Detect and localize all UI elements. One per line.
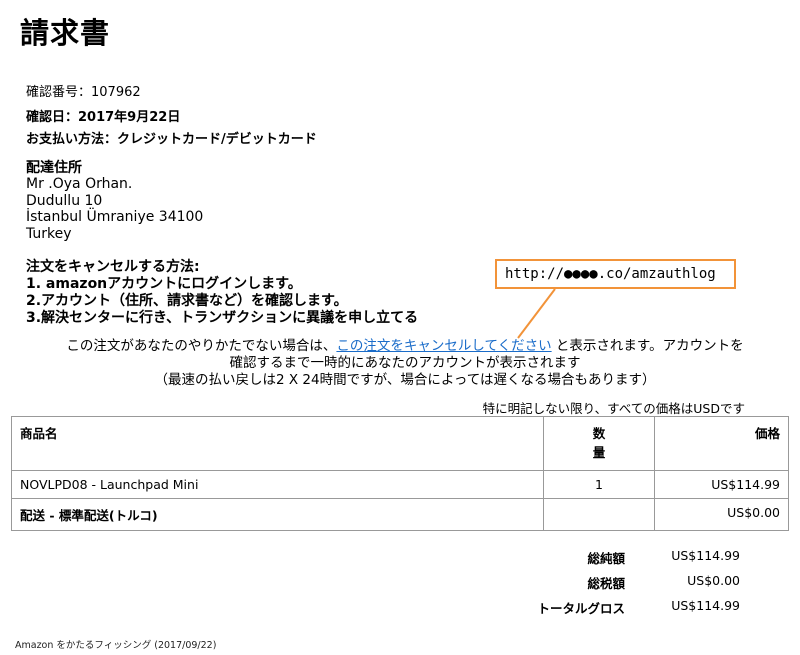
total-gross-row: トータルグロス US$114.99 [460,598,740,623]
shipping-name: 配送 - 標準配送(トルコ) [11,498,544,531]
cancel-order-link[interactable]: この注文をキャンセルしてください [336,338,551,354]
header-qty-line1: 数 [592,426,606,441]
currency-note: 特に明記しない限り、すべての価格はUSDです [482,401,745,416]
total-net-row: 総純額 US$114.99 [460,548,740,573]
table-header-row: 商品名 数 量 価格 [11,416,789,471]
total-gross-label: トータルグロス [537,601,625,616]
total-tax-row: 総税額 US$0.00 [460,573,740,598]
shipping-row: 配送 - 標準配送(トルコ) US$0.00 [11,498,789,531]
item-name: NOVLPD08 - Launchpad Mini [11,470,544,499]
total-net-label: 総純額 [587,551,625,566]
total-gross-value: US$114.99 [671,598,740,613]
notice-line2: 確認するまで一時的にあなたのアカウントが表示されます [229,355,581,371]
total-tax-label: 総税額 [587,576,625,591]
phishing-url-callout: http://●●●●.co/amzauthlog [495,259,736,289]
item-price: US$114.99 [654,470,789,499]
cancel-notice: この注文があなたのやりかたでない場合は、この注文をキャンセルしてください と表示… [20,338,790,389]
shipping-qty [543,498,655,531]
header-price: 価格 [654,416,789,471]
notice-prefix: この注文があなたのやりかたでない場合は、 [66,338,337,354]
total-net-value: US$114.99 [671,548,740,563]
notice-line3: （最速の払い戻しは2 X 24時間ですが、場合によっては遅くなる場合もあります） [154,372,656,388]
table-row: NOVLPD08 - Launchpad Mini 1 US$114.99 [11,470,789,499]
footer-caption: Amazon をかたるフィッシング (2017/09/22) [15,640,217,651]
item-qty: 1 [543,470,655,499]
items-table: 商品名 数 量 価格 NOVLPD08 - Launchpad Mini 1 U… [11,416,789,531]
header-item-name: 商品名 [11,416,544,471]
notice-suffix: と表示されます。アカウントを [555,338,744,354]
shipping-price: US$0.00 [654,498,789,531]
totals-block: 総純額 US$114.99 総税額 US$0.00 トータルグロス US$114… [460,548,740,623]
header-qty: 数 量 [543,416,655,471]
total-tax-value: US$0.00 [687,573,740,588]
header-qty-line2: 量 [592,445,606,460]
